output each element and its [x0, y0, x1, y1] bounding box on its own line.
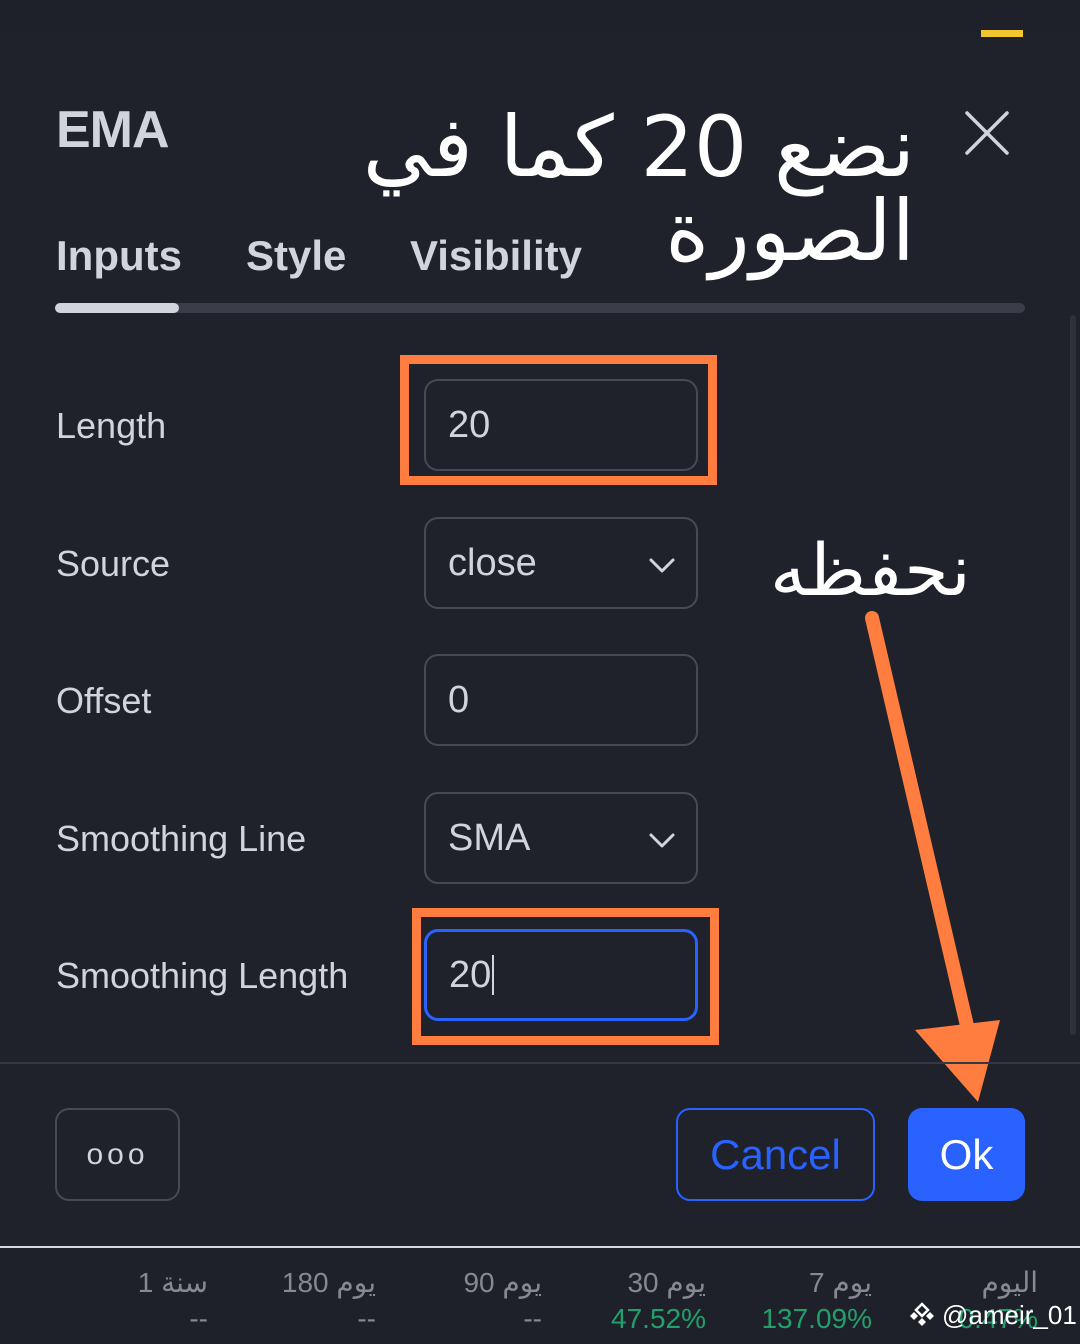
source-label: Source [56, 543, 171, 584]
dialog-title: EMA [56, 101, 170, 159]
perf-label: 90 يوم [463, 1267, 542, 1298]
cancel-button[interactable]: Cancel [676, 1108, 875, 1201]
annotation-arrow-icon [865, 611, 1000, 1102]
tab-indicator [55, 303, 179, 313]
tab-track [55, 303, 1025, 313]
more-options-button[interactable]: ooo [55, 1108, 180, 1201]
scrollbar[interactable] [1070, 315, 1076, 1035]
offset-value: 0 [448, 678, 470, 721]
smoothing-line-label: Smoothing Line [56, 818, 307, 859]
perf-value: -- [357, 1303, 376, 1334]
active-tab-indicator [981, 30, 1023, 37]
perf-value: -- [189, 1303, 208, 1334]
perf-label: 7 يوم [809, 1267, 872, 1298]
tab-inputs[interactable]: Inputs [56, 232, 182, 280]
ok-button[interactable]: Ok [908, 1108, 1025, 1201]
annotation-save-text: نحفظه [770, 528, 971, 612]
perf-col-180d: 180 يوم -- [282, 1266, 376, 1335]
source-value: close [448, 541, 537, 584]
watermark-text: @ameir_01 [942, 1300, 1077, 1330]
length-label: Length [56, 405, 167, 446]
footer-divider [0, 1062, 1080, 1064]
perf-col-90d: 90 يوم -- [463, 1266, 542, 1335]
perf-label: اليوم [981, 1267, 1038, 1298]
smoothing-length-label: Smoothing Length [56, 955, 349, 996]
smoothing-line-select[interactable]: SMA [424, 792, 698, 884]
perf-value: 137.09% [761, 1303, 872, 1334]
perf-value: -- [523, 1303, 542, 1334]
annotation-highlight-length [400, 355, 717, 485]
perf-label: 30 يوم [627, 1267, 706, 1298]
perf-value: 47.52% [611, 1303, 706, 1334]
close-icon[interactable] [962, 108, 1012, 158]
tab-style[interactable]: Style [246, 232, 346, 280]
top-bar [0, 0, 1080, 39]
offset-input[interactable]: 0 [424, 654, 698, 746]
perf-col-7d: 7 يوم 137.09% [761, 1266, 872, 1335]
binance-diamond-icon [910, 1301, 934, 1326]
chevron-down-icon [649, 558, 675, 573]
tab-visibility[interactable]: Visibility [410, 232, 582, 280]
offset-label: Offset [56, 680, 152, 721]
perf-col-30d: 30 يوم 47.52% [611, 1266, 706, 1335]
source-select[interactable]: close [424, 517, 698, 609]
perf-col-1y: 1 سنة -- [138, 1266, 208, 1335]
smoothing-line-value: SMA [448, 816, 531, 859]
watermark: @ameir_01 [908, 1300, 1077, 1331]
annotation-highlight-smoothing-length [412, 908, 719, 1045]
chevron-down-icon [649, 833, 675, 848]
perf-label: 180 يوم [281, 1267, 376, 1298]
perf-label: 1 سنة [137, 1267, 208, 1298]
